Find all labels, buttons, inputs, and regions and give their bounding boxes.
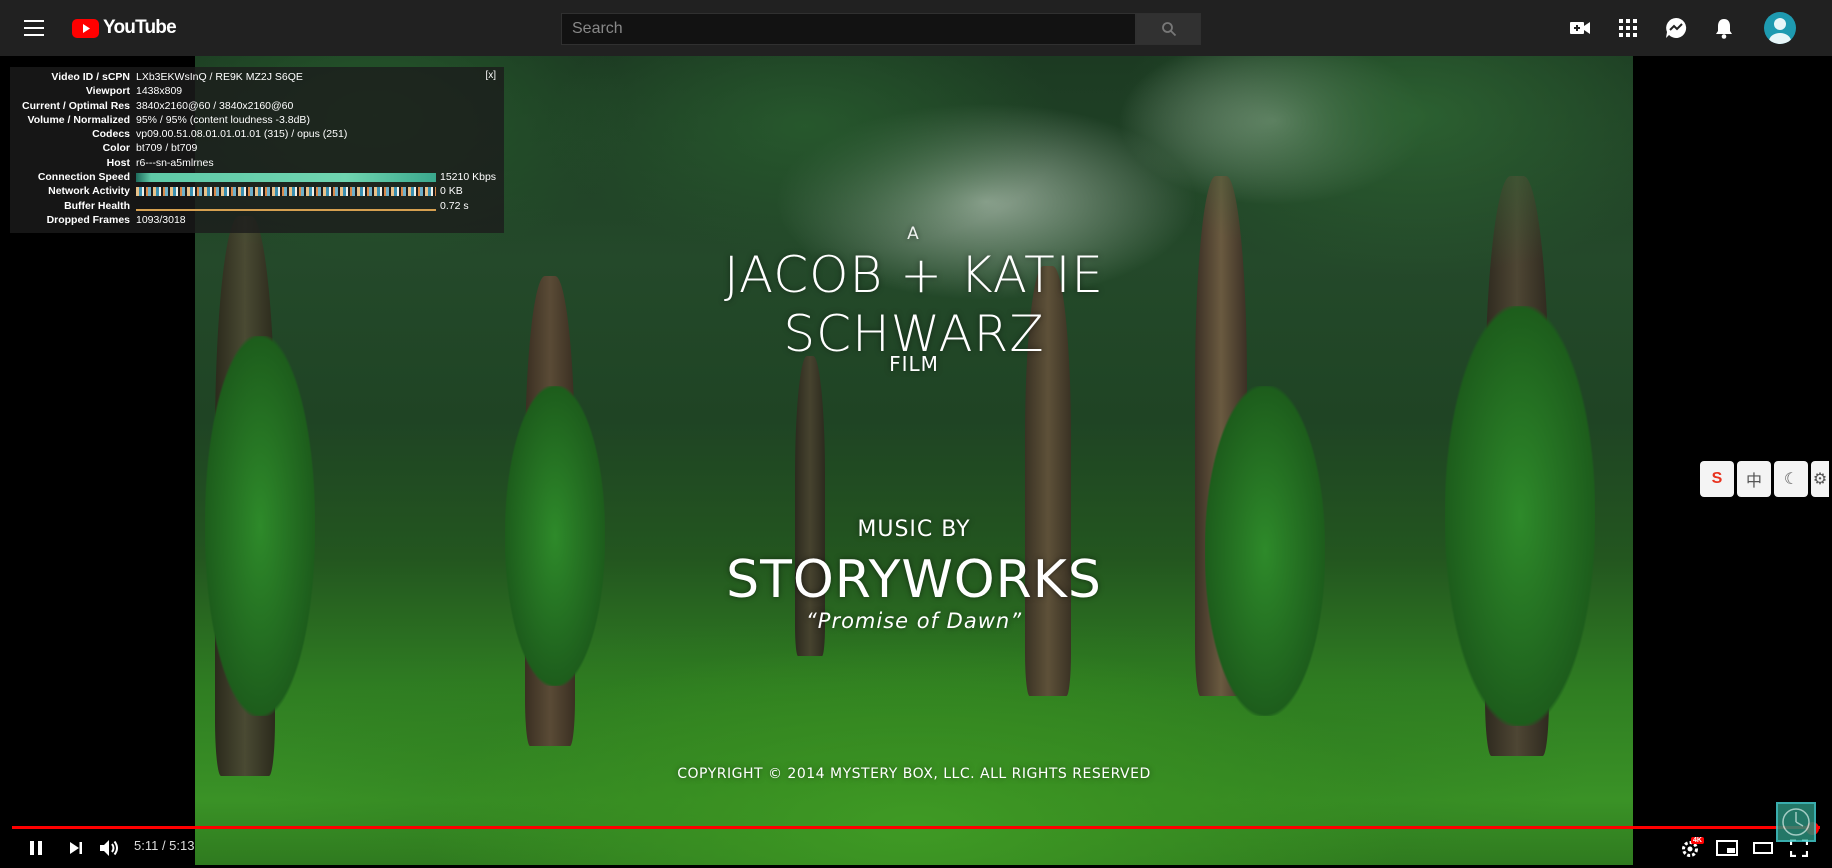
extension-chinese-button[interactable]: 中: [1737, 461, 1771, 497]
music-by-label: MUSIC BY: [857, 517, 971, 542]
stat-label: Current / Optimal Res: [22, 99, 130, 112]
stat-row: Volume / Normalized 95% / 95% (content lo…: [10, 113, 504, 127]
extension-s-button[interactable]: S: [1700, 461, 1734, 497]
pause-icon: [30, 841, 42, 855]
volume-icon: [100, 840, 118, 856]
create-video-icon[interactable]: [1568, 16, 1592, 40]
masthead: YouTube Search: [0, 0, 1832, 56]
stat-label: Dropped Frames: [46, 213, 130, 226]
stat-label: Color: [102, 142, 130, 155]
stat-value: 1438x809: [136, 85, 183, 98]
quality-badge: 4K: [1691, 837, 1704, 844]
stat-row: Network Activity 0 KB: [10, 184, 504, 198]
extension-toolbar: S 中 ☾ ⚙: [1700, 461, 1829, 499]
stat-row: Color bt709 / bt709: [10, 141, 504, 155]
copyright-notice: COPYRIGHT © 2014 MYSTERY BOX, LLC. ALL R…: [677, 766, 1151, 782]
stat-row: Dropped Frames 1093/3018: [10, 213, 504, 227]
stat-value: 0 KB: [440, 185, 463, 198]
stat-label: Connection Speed: [37, 171, 130, 184]
extension-settings-button[interactable]: ⚙: [1811, 461, 1829, 497]
search-icon: [1161, 22, 1176, 37]
clock-icon: [1782, 808, 1810, 836]
stat-value: 15210 Kbps: [440, 171, 497, 184]
volume-button[interactable]: [98, 836, 122, 860]
stat-value: 3840x2160@60 / 3840x2160@60: [136, 99, 294, 112]
stat-row: Current / Optimal Res 3840x2160@60 / 3840…: [10, 99, 504, 113]
stat-label: Volume / Normalized: [27, 113, 131, 126]
theater-mode-button[interactable]: [1750, 836, 1776, 860]
search-button[interactable]: [1136, 13, 1201, 45]
pause-button[interactable]: [24, 836, 48, 860]
stat-value: 95% / 95% (content loudness -3.8dB): [136, 113, 310, 126]
stat-label: Codecs: [92, 128, 130, 141]
stat-value: bt709 / bt709: [136, 142, 198, 155]
stat-row: Host r6---sn-a5mlrnes: [10, 156, 504, 170]
stat-label: Viewport: [85, 85, 130, 98]
notifications-icon[interactable]: [1712, 16, 1736, 40]
time-display: 5:11 / 5:13: [134, 838, 195, 853]
avatar[interactable]: [1764, 12, 1796, 44]
stats-for-nerds-panel: [x] Video ID / sCPN LXb3EKWsInQ / RE9K MZ…: [10, 67, 504, 233]
youtube-play-icon: [72, 18, 99, 38]
search-input[interactable]: Search: [561, 13, 1136, 45]
youtube-logo[interactable]: YouTube: [72, 16, 177, 40]
stat-value: r6---sn-a5mlrnes: [136, 156, 214, 169]
stat-label: Buffer Health: [64, 199, 130, 212]
apps-icon[interactable]: [1616, 16, 1640, 40]
extension-dark-mode-button[interactable]: ☾: [1774, 461, 1808, 497]
connection-speed-graph: [136, 173, 436, 183]
stat-label: Network Activity: [48, 185, 130, 198]
network-activity-graph: [136, 187, 436, 197]
overlay-widget[interactable]: [1776, 802, 1816, 842]
theater-mode-icon: [1753, 842, 1773, 854]
next-button[interactable]: [64, 836, 88, 860]
stat-label: Host: [106, 156, 130, 169]
miniplayer-icon: [1716, 840, 1738, 856]
buffer-health-graph: [136, 201, 436, 211]
song-title: “Promise of Dawn”: [805, 609, 1023, 633]
next-icon: [70, 842, 82, 854]
stat-row: Buffer Health 0.72 s: [10, 199, 504, 213]
messages-icon[interactable]: [1664, 16, 1688, 40]
stat-row: Video ID / sCPN LXb3EKWsInQ / RE9K MZ2J S…: [10, 70, 504, 84]
title-line-3: FILM: [889, 352, 939, 376]
title-line-1: JACOB + KATIE: [724, 246, 1104, 304]
stat-row: Codecs vp09.00.51.08.01.01.01.01 (315) / …: [10, 127, 504, 141]
settings-button[interactable]: 4K: [1678, 836, 1704, 860]
stat-label: Video ID / sCPN: [51, 71, 130, 83]
stat-value: LXb3EKWsInQ / RE9K MZ2J S6QE: [136, 71, 303, 83]
stat-row: Connection Speed 15210 Kbps: [10, 170, 504, 184]
stat-value: 1093/3018: [136, 213, 186, 226]
stat-value: vp09.00.51.08.01.01.01.01 (315) / opus (…: [136, 128, 348, 141]
composer-name: STORYWORKS: [726, 550, 1102, 610]
logo-text: YouTube: [103, 17, 177, 38]
stat-row: Viewport 1438x809: [10, 84, 504, 98]
menu-icon[interactable]: [24, 20, 44, 36]
miniplayer-button[interactable]: [1714, 836, 1740, 860]
progress-bar[interactable]: [12, 826, 1820, 829]
stat-value: 0.72 s: [440, 199, 469, 212]
